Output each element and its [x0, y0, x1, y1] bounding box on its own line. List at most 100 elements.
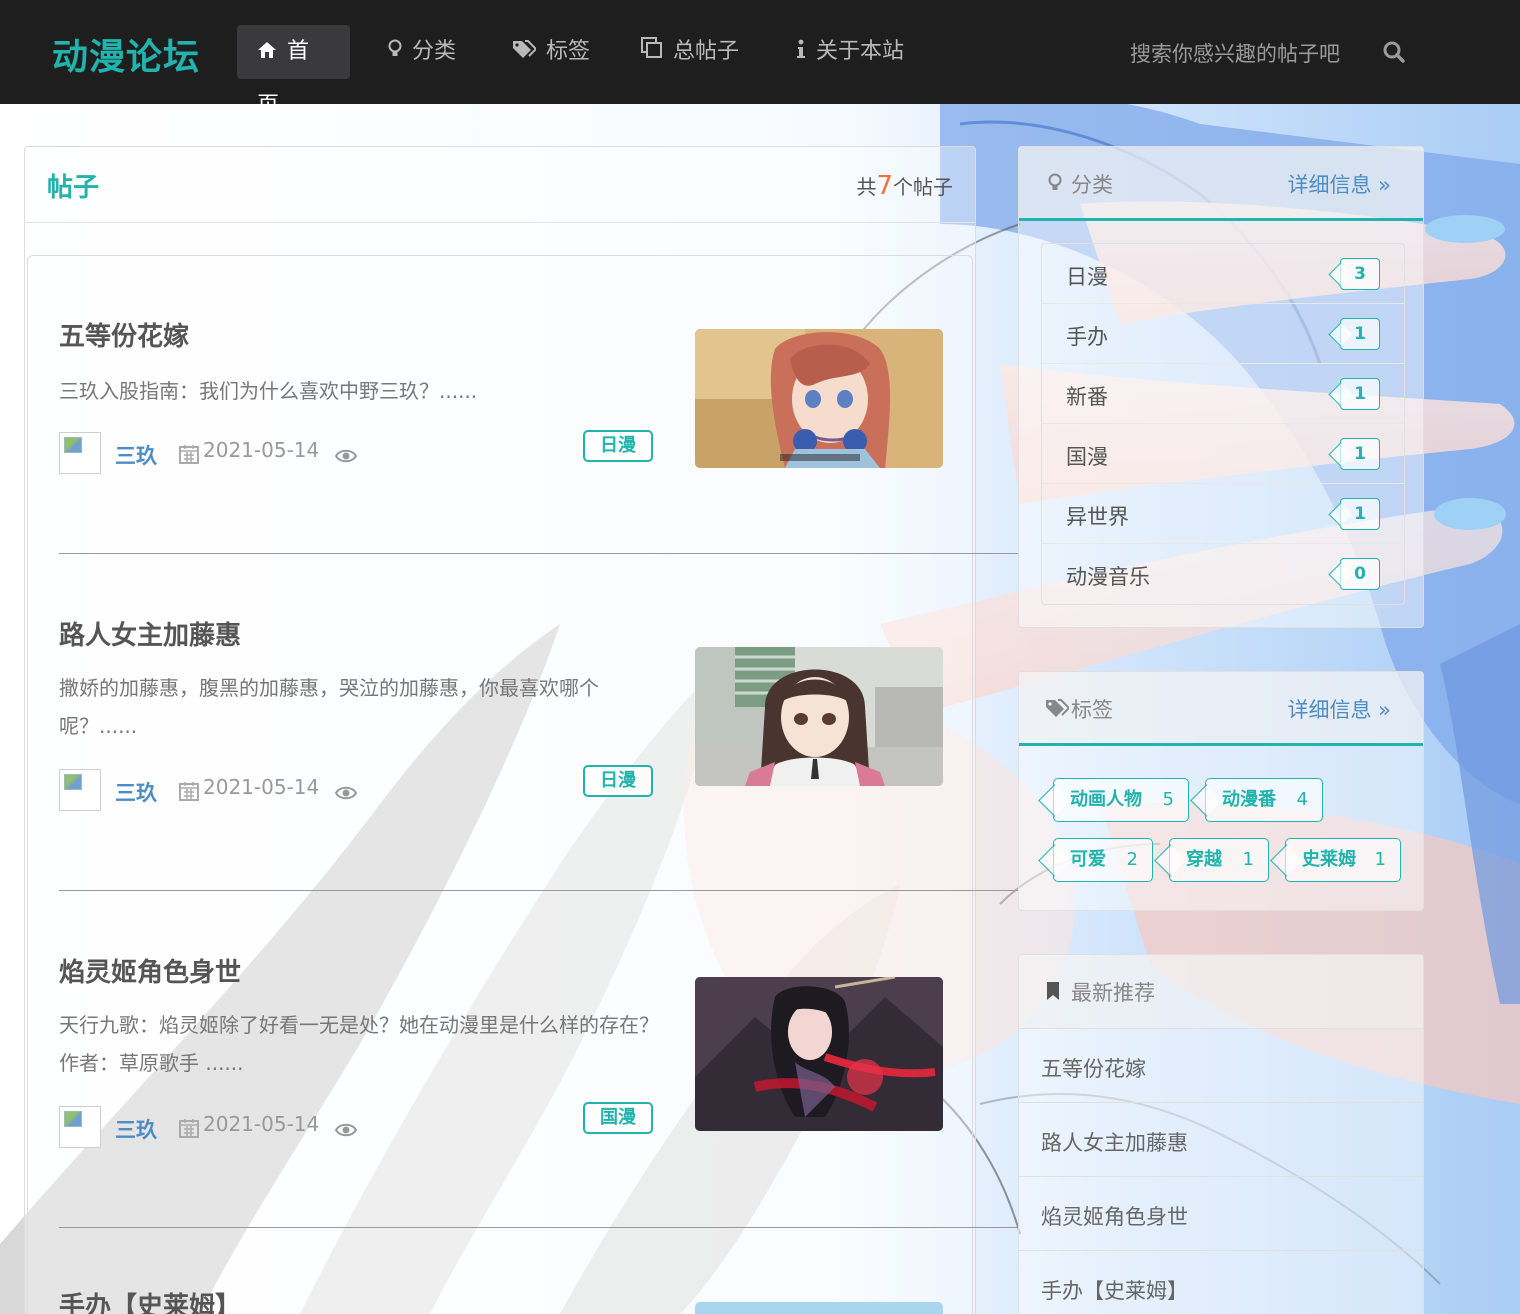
category-count: 1 [1340, 378, 1380, 410]
tags-panel: 标签 详细信息 » 动画人物 5 动漫番 4 可爱 2 穿越 1 史莱姆 1 [1018, 671, 1424, 911]
tag-item[interactable]: 史莱姆 1 [1285, 838, 1401, 882]
nav-about[interactable]: 关于本站 [776, 25, 924, 79]
category-count: 3 [1340, 258, 1380, 290]
post-meta: 三玖 2021-05-14 日漫 [59, 765, 659, 811]
post-category-badge[interactable]: 日漫 [583, 430, 653, 462]
recommend-item[interactable]: 焰灵姬角色身世 [1019, 1177, 1423, 1251]
post-title[interactable]: 路人女主加藤惠 [59, 615, 241, 652]
post-category-badge[interactable]: 日漫 [583, 765, 653, 797]
category-name: 日漫 [1066, 265, 1108, 289]
categories-title: 分类 [1071, 173, 1113, 197]
recommend-panel: 最新推荐 五等份花嫁 路人女主加藤惠 焰灵姬角色身世 手办【史莱姆】 [1018, 954, 1424, 1314]
recommend-title: 最新推荐 [1071, 981, 1155, 1005]
tag-name: 史莱姆 [1302, 849, 1356, 870]
category-name: 手办 [1066, 325, 1108, 349]
post-thumbnail[interactable] [695, 329, 943, 468]
nav-tags[interactable]: 标签 [492, 25, 610, 79]
categories-details-link[interactable]: 详细信息 » [1287, 169, 1391, 199]
nav-all-posts-label: 总帖子 [673, 39, 740, 64]
search-icon[interactable] [1382, 40, 1406, 64]
tags-header: 标签 详细信息 » [1019, 672, 1423, 746]
post-title[interactable]: 五等份花嫁 [59, 316, 189, 353]
recommend-item[interactable]: 手办【史莱姆】 [1019, 1251, 1423, 1314]
categories-panel: 分类 详细信息 » 日漫 3 手办 1 新番 1 国漫 1 异世界 1 动漫音乐 0 [1018, 146, 1424, 628]
calendar-icon [179, 782, 199, 801]
post-date: 2021-05-14 [203, 1112, 320, 1136]
category-item[interactable]: 新番 1 [1042, 364, 1404, 424]
post-excerpt: 天行九歌：焰灵姬除了好看一无是处？她在动漫里是什么样的存在？ 作者：草原歌手 .… [59, 1013, 659, 1075]
category-item[interactable]: 手办 1 [1042, 304, 1404, 364]
category-item[interactable]: 动漫音乐 0 [1042, 544, 1404, 604]
tags-details-link[interactable]: 详细信息 » [1287, 694, 1391, 724]
tag-count: 2 [1126, 849, 1138, 870]
tag-item[interactable]: 动漫番 4 [1205, 778, 1323, 822]
post-item[interactable]: 路人女主加藤惠 撒娇的加藤惠，腹黑的加藤惠，哭泣的加藤惠，你最喜欢哪个呢？...… [59, 615, 959, 815]
post-excerpt: 三玖入股指南：我们为什么喜欢中野三玖？...... [59, 379, 478, 403]
tags-icon [1046, 699, 1069, 717]
search-input[interactable]: 搜索你感兴趣的帖子吧 [1130, 38, 1340, 68]
category-item[interactable]: 国漫 1 [1042, 424, 1404, 484]
info-icon [796, 25, 806, 79]
category-count: 0 [1340, 558, 1380, 590]
post-date: 2021-05-14 [203, 775, 320, 799]
posts-count-prefix: 共 [856, 175, 877, 199]
author-avatar[interactable] [59, 432, 101, 474]
calendar-icon [179, 445, 199, 464]
post-item[interactable]: 焰灵姬角色身世 天行九歌：焰灵姬除了好看一无是处？她在动漫里是什么样的存在？ 作… [59, 952, 959, 1152]
post-thumbnail[interactable] [695, 647, 943, 786]
post-title[interactable]: 手办【史莱姆】 [59, 1286, 241, 1314]
post-author[interactable]: 三玖 [115, 777, 157, 807]
posts-count-suffix: 个帖子 [893, 175, 953, 199]
tag-name: 可爱 [1070, 849, 1106, 870]
site-logo[interactable]: 动漫论坛 [52, 28, 200, 80]
post-item[interactable]: 手办【史莱姆】 [59, 1286, 959, 1314]
nav-categories[interactable]: 分类 [368, 25, 476, 79]
calendar-icon [179, 1119, 199, 1138]
recommend-header: 最新推荐 [1019, 955, 1423, 1029]
tag-name: 穿越 [1186, 849, 1222, 870]
category-name: 异世界 [1066, 505, 1129, 529]
post-author[interactable]: 三玖 [115, 440, 157, 470]
tag-item[interactable]: 动画人物 5 [1053, 778, 1189, 822]
author-avatar[interactable] [59, 769, 101, 811]
post-category-badge[interactable]: 国漫 [583, 1102, 653, 1134]
tag-name: 动漫番 [1222, 789, 1276, 810]
posts-count-number: 7 [876, 171, 893, 201]
tag-item[interactable]: 穿越 1 [1169, 838, 1269, 882]
recommend-item-label: 路人女主加藤惠 [1041, 1131, 1188, 1155]
tag-item[interactable]: 可爱 2 [1053, 838, 1153, 882]
nav-home[interactable]: 首页 [237, 25, 350, 118]
category-item[interactable]: 异世界 1 [1042, 484, 1404, 544]
posts-count: 共7个帖子 [856, 171, 953, 201]
post-thumbnail[interactable] [695, 977, 943, 1131]
post-item[interactable]: 五等份花嫁 三玖入股指南：我们为什么喜欢中野三玖？...... 三玖 2021-… [59, 316, 959, 486]
author-avatar[interactable] [59, 1106, 101, 1148]
post-divider [59, 1227, 1019, 1228]
bookmark-icon [1047, 982, 1059, 1000]
recommend-item[interactable]: 五等份花嫁 [1019, 1029, 1423, 1103]
eye-icon [335, 786, 357, 800]
tag-count: 5 [1162, 789, 1174, 810]
posts-header: 帖子 共7个帖子 [25, 147, 975, 223]
category-count: 1 [1340, 498, 1380, 530]
category-count: 1 [1340, 318, 1380, 350]
category-count: 1 [1340, 438, 1380, 470]
post-thumbnail[interactable] [695, 1302, 943, 1314]
category-item[interactable]: 日漫 3 [1042, 244, 1404, 304]
post-author[interactable]: 三玖 [115, 1114, 157, 1144]
tag-count: 1 [1242, 849, 1254, 870]
top-navbar: 动漫论坛 首页 分类 标签 总帖子 关于本站 搜索你感兴趣的帖子吧 [0, 0, 1520, 118]
lightbulb-icon [388, 25, 402, 79]
posts-title: 帖子 [47, 173, 100, 203]
nav-all-posts[interactable]: 总帖子 [621, 25, 759, 79]
post-title[interactable]: 焰灵姬角色身世 [59, 952, 241, 989]
categories-list: 日漫 3 手办 1 新番 1 国漫 1 异世界 1 动漫音乐 0 [1041, 243, 1405, 605]
recommend-item-label: 焰灵姬角色身世 [1041, 1205, 1188, 1229]
tags-icon [512, 25, 538, 79]
nav-categories-label: 分类 [412, 39, 457, 64]
tag-name: 动画人物 [1070, 789, 1142, 810]
tag-count: 4 [1296, 789, 1308, 810]
post-divider [59, 890, 1019, 891]
nav-about-label: 关于本站 [816, 39, 905, 64]
recommend-item[interactable]: 路人女主加藤惠 [1019, 1103, 1423, 1177]
